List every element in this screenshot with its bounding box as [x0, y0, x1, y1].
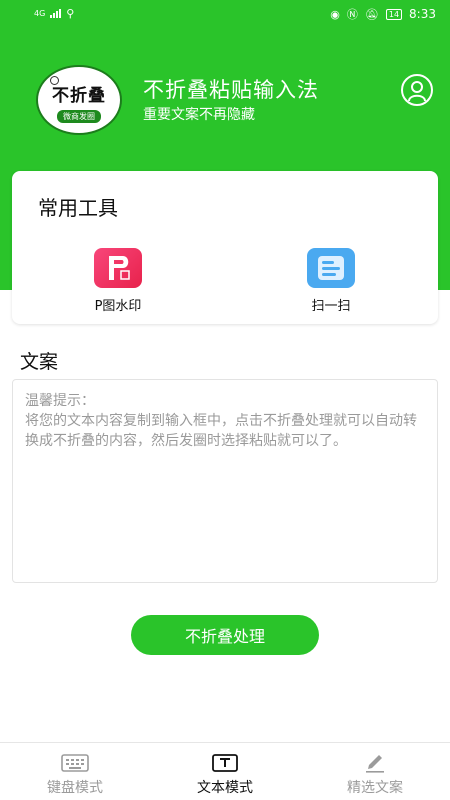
app-subtitle: 重要文案不再隐藏 [143, 107, 255, 123]
logo-mark-icon [50, 76, 59, 85]
scan-icon [307, 248, 355, 288]
copy-text-input[interactable] [12, 379, 438, 583]
bottom-nav: 键盘模式 文本模式 精选文案 [0, 742, 450, 800]
status-right: ◉ Ⓝ 🔕︎ 14 8:33 [330, 6, 436, 22]
eye-icon: ◉ [330, 7, 340, 21]
pen-icon [366, 755, 384, 773]
user-profile-button[interactable] [401, 74, 433, 106]
tools-title: 常用工具 [38, 196, 118, 220]
app-logo: 不折叠 微商发圈 [36, 65, 122, 135]
user-circle-icon [408, 81, 426, 102]
clock: 8:33 [409, 7, 436, 21]
logo-subtext: 微商发圈 [57, 110, 101, 123]
nfc-icon: Ⓝ [346, 8, 358, 21]
watermark-p-icon [94, 248, 142, 288]
text-icon [212, 754, 238, 772]
tool-scan-label: 扫一扫 [311, 299, 351, 314]
tools-card: 常用工具 P图水印 扫一扫 [12, 171, 438, 324]
tool-watermark-label: P图水印 [94, 299, 142, 314]
nav-featured-label: 精选文案 [347, 780, 403, 796]
tool-scan[interactable]: 扫一扫 [286, 248, 376, 314]
nav-text-label: 文本模式 [197, 780, 253, 796]
network-label: 4G [34, 9, 46, 18]
usb-icon: ⚲ [66, 7, 75, 20]
nav-keyboard-mode[interactable]: 键盘模式 [0, 743, 150, 800]
mute-icon: 🔕︎ [364, 7, 379, 21]
logo-text: 不折叠 [52, 86, 106, 106]
battery-icon: 14 [385, 8, 403, 20]
tool-watermark[interactable]: P图水印 [73, 248, 163, 314]
signal-icon [50, 9, 62, 18]
process-button[interactable]: 不折叠处理 [131, 615, 319, 655]
status-bar: 4G ⚲ ◉ Ⓝ 🔕︎ 14 8:33 [0, 0, 450, 28]
app-title: 不折叠粘贴输入法 [143, 78, 319, 102]
copy-section-title: 文案 [20, 351, 59, 373]
keyboard-icon [61, 754, 89, 772]
nav-keyboard-label: 键盘模式 [47, 780, 103, 796]
status-left: 4G ⚲ [34, 7, 74, 20]
nav-text-mode[interactable]: 文本模式 [150, 743, 300, 800]
nav-featured-copy[interactable]: 精选文案 [300, 743, 450, 800]
